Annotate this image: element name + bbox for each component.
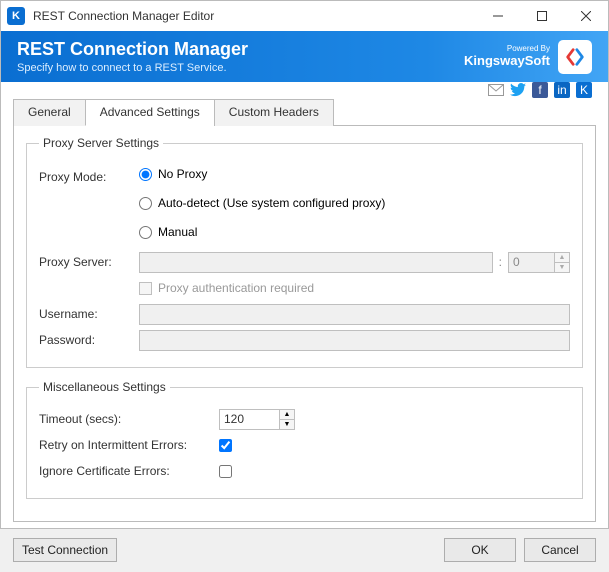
footer: Test Connection OK Cancel: [1, 530, 608, 572]
tab-custom-headers[interactable]: Custom Headers: [214, 99, 334, 126]
port-down-icon[interactable]: ▼: [555, 263, 569, 272]
port-up-icon[interactable]: ▲: [555, 253, 569, 263]
proxy-server-label: Proxy Server:: [39, 255, 139, 269]
ok-button[interactable]: OK: [444, 538, 516, 562]
editor-window: K REST Connection Manager Editor REST Co…: [0, 0, 609, 529]
password-label: Password:: [39, 333, 139, 347]
tabs: General Advanced Settings Custom Headers: [13, 99, 596, 126]
timeout-down-icon[interactable]: ▼: [280, 420, 294, 429]
twitter-icon[interactable]: [510, 82, 526, 98]
proxy-auth-required-checkbox[interactable]: [139, 282, 152, 295]
test-connection-button[interactable]: Test Connection: [13, 538, 117, 562]
ignore-cert-checkbox[interactable]: [219, 465, 232, 478]
tab-panel: Proxy Server Settings Proxy Mode: No Pro…: [13, 125, 596, 522]
facebook-icon[interactable]: f: [532, 82, 548, 98]
linkedin-icon[interactable]: in: [554, 82, 570, 98]
proxy-mode-manual-label: Manual: [158, 225, 197, 239]
ignore-cert-label: Ignore Certificate Errors:: [39, 464, 219, 478]
proxy-mode-manual-radio[interactable]: [139, 226, 152, 239]
proxy-port-input[interactable]: [508, 252, 554, 273]
username-label: Username:: [39, 307, 139, 321]
cancel-button[interactable]: Cancel: [524, 538, 596, 562]
social-bar: f in K: [1, 82, 608, 98]
timeout-stepper[interactable]: ▲▼: [219, 409, 295, 430]
window-title: REST Connection Manager Editor: [33, 9, 476, 23]
proxy-auth-required-label: Proxy authentication required: [158, 281, 314, 295]
misc-settings-group: Miscellaneous Settings Timeout (secs): ▲…: [26, 380, 583, 499]
retry-label: Retry on Intermittent Errors:: [39, 438, 219, 452]
username-input[interactable]: [139, 304, 570, 325]
close-button[interactable]: [564, 1, 608, 31]
tab-advanced-settings[interactable]: Advanced Settings: [85, 99, 215, 126]
powered-by-badge: Powered By KingswaySoft: [464, 45, 550, 68]
mail-icon[interactable]: [488, 82, 504, 98]
titlebar: K REST Connection Manager Editor: [1, 1, 608, 31]
password-input[interactable]: [139, 330, 570, 351]
proxy-mode-label: Proxy Mode:: [39, 170, 139, 184]
banner-subtitle: Specify how to connect to a REST Service…: [17, 62, 464, 74]
timeout-up-icon[interactable]: ▲: [280, 410, 294, 420]
proxy-port-stepper[interactable]: ▲▼: [508, 252, 570, 273]
misc-legend: Miscellaneous Settings: [39, 380, 170, 394]
timeout-label: Timeout (secs):: [39, 412, 219, 426]
banner: REST Connection Manager Specify how to c…: [1, 31, 608, 82]
minimize-button[interactable]: [476, 1, 520, 31]
proxy-mode-autodetect-label: Auto-detect (Use system configured proxy…: [158, 196, 385, 210]
proxy-mode-noproxy-radio[interactable]: [139, 168, 152, 181]
proxy-settings-group: Proxy Server Settings Proxy Mode: No Pro…: [26, 136, 583, 368]
proxy-server-input[interactable]: [139, 252, 493, 273]
app-logo-icon: K: [7, 7, 25, 25]
product-icon: [558, 40, 592, 74]
maximize-button[interactable]: [520, 1, 564, 31]
proxy-mode-autodetect-radio[interactable]: [139, 197, 152, 210]
timeout-input[interactable]: [219, 409, 279, 430]
port-separator: :: [499, 255, 502, 269]
kingswaysoft-icon[interactable]: K: [576, 82, 592, 98]
retry-errors-checkbox[interactable]: [219, 439, 232, 452]
banner-title: REST Connection Manager: [17, 39, 464, 60]
proxy-legend: Proxy Server Settings: [39, 136, 163, 150]
proxy-mode-noproxy-label: No Proxy: [158, 167, 207, 181]
tab-general[interactable]: General: [13, 99, 86, 126]
